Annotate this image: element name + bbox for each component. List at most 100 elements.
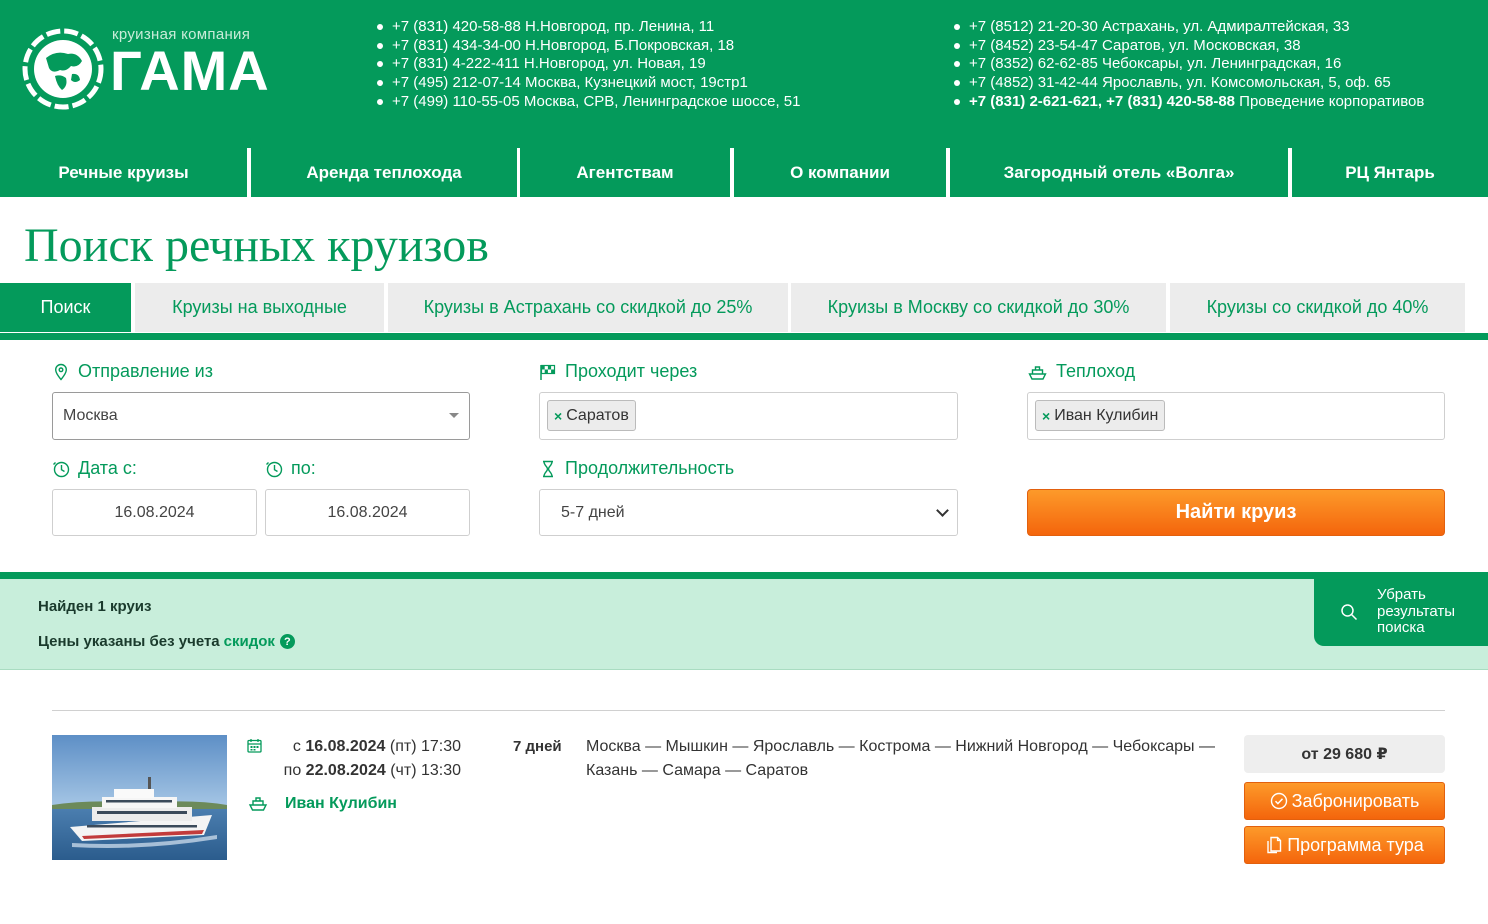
via-tag-label: Саратов — [566, 406, 629, 424]
book-button-label: Забронировать — [1291, 790, 1420, 811]
via-label: Проходит через — [539, 361, 697, 382]
contacts-left: +7 (831) 420-58-88 Н.Новгород, пр. Ленин… — [376, 18, 800, 112]
from-date: 16.08.2024 — [305, 738, 386, 755]
chevron-down-icon — [449, 413, 459, 418]
date-from-label: Дата с: — [52, 458, 137, 479]
logo-wordmark: ГАМА — [110, 39, 270, 102]
tab-discount-40[interactable]: Круизы со скидкой до 40% — [1170, 283, 1465, 332]
cruise-duration: 7 дней — [513, 738, 562, 755]
corporate-phones: +7 (831) 2-621-621, +7 (831) 420-58-88 — [969, 92, 1236, 110]
duration-value: 5-7 дней — [561, 503, 625, 521]
prices-note: Цены указаны без учета скидок ? — [38, 633, 295, 650]
departure-label: Отправление из — [52, 361, 213, 382]
tab-moscow[interactable]: Круизы в Москву со скидкой до 30% — [791, 283, 1166, 332]
contact-item[interactable]: +7 (831) 4-222-411 Н.Новгород, ул. Новая… — [376, 55, 800, 74]
date-to-label-text: по: — [291, 458, 316, 478]
date-to-value: 16.08.2024 — [327, 503, 408, 521]
ship-label: Теплоход — [1027, 361, 1135, 382]
ship-tag: × Иван Кулибин — [1035, 400, 1166, 431]
to-date: 22.08.2024 — [305, 762, 386, 779]
contact-item[interactable]: +7 (8512) 21-20-30 Астрахань, ул. Адмира… — [953, 18, 1424, 37]
contact-item[interactable]: +7 (831) 434-34-00 Н.Новгород, Б.Покровс… — [376, 37, 800, 56]
question-icon[interactable]: ? — [279, 634, 295, 649]
ship-name-link[interactable]: Иван Кулибин — [285, 795, 397, 813]
via-label-text: Проходит через — [565, 361, 698, 381]
via-tag: × Саратов — [547, 400, 636, 431]
discounts-link[interactable]: скидок — [224, 633, 275, 650]
tab-search[interactable]: Поиск — [0, 283, 131, 332]
check-circle-icon — [1270, 792, 1287, 810]
departure-label-text: Отправление из — [78, 361, 213, 381]
prices-note-text: Цены указаны без учета — [38, 633, 220, 650]
calendar-icon — [247, 739, 262, 753]
date-from-label-text: Дата с: — [78, 458, 137, 478]
main-nav: Речные круизы Аренда теплохода Агентства… — [0, 148, 1488, 197]
contact-item-corporate[interactable]: +7 (831) 2-621-621, +7 (831) 420-58-88 П… — [953, 93, 1424, 112]
nav-item-hotel-volga[interactable]: Загородный отель «Волга» — [950, 148, 1288, 197]
to-prefix: по — [283, 762, 306, 779]
company-logo[interactable]: круизная компания ГАМА — [22, 24, 282, 110]
hourglass-icon — [543, 460, 553, 477]
contact-item[interactable]: +7 (8452) 23-54-47 Саратов, ул. Московск… — [953, 37, 1424, 56]
results-divider — [0, 572, 1488, 579]
ship-icon — [1028, 365, 1047, 380]
date-from-input[interactable]: 16.08.2024 — [52, 489, 257, 536]
nav-item-about[interactable]: О компании — [734, 148, 946, 197]
contact-item[interactable]: +7 (495) 212-07-14 Москва, Кузнецкий мос… — [376, 74, 800, 93]
departure-select[interactable]: Москва — [52, 392, 470, 440]
date-to-label: по: — [265, 458, 316, 479]
clear-results-button[interactable]: Убрать результаты поиска — [1314, 579, 1488, 646]
results-summary-bar — [0, 579, 1488, 670]
contacts-right: +7 (8512) 21-20-30 Астрахань, ул. Адмира… — [953, 18, 1424, 112]
remove-tag-icon[interactable]: × — [554, 408, 562, 424]
clear-results-label: Убрать результаты поиска — [1377, 586, 1455, 636]
results-count: Найден 1 круиз — [38, 598, 152, 615]
cruise-start-date: с 16.08.2024 (пт) 17:30 — [270, 738, 461, 756]
via-multiselect[interactable]: × Саратов — [539, 392, 958, 440]
from-time: (пт) 17:30 — [385, 738, 461, 755]
nav-item-ship-rent[interactable]: Аренда теплохода — [251, 148, 517, 197]
duration-label-text: Продолжительность — [565, 458, 735, 478]
tab-weekend[interactable]: Круизы на выходные — [135, 283, 384, 332]
search-icon — [1341, 604, 1358, 621]
ship-photo-illustration — [52, 735, 227, 860]
page-title: Поиск речных круизов — [24, 219, 489, 272]
map-pin-icon — [54, 363, 68, 381]
tour-program-button[interactable]: Программа тура — [1244, 826, 1445, 864]
duration-select[interactable]: 5-7 дней — [539, 489, 958, 536]
find-cruise-button[interactable]: Найти круиз — [1027, 489, 1445, 536]
ship-label-text: Теплоход — [1056, 361, 1136, 381]
departure-value: Москва — [63, 407, 118, 424]
checkered-flag-icon — [540, 364, 556, 380]
nav-item-yantar[interactable]: РЦ Янтарь — [1292, 148, 1488, 197]
globe-logo-icon — [22, 28, 104, 110]
book-button[interactable]: Забронировать — [1244, 782, 1445, 820]
cruise-price: от 29 680 ₽ — [1244, 735, 1445, 773]
corporate-text: Проведение корпоративов — [1235, 92, 1425, 110]
contact-item[interactable]: +7 (831) 420-58-88 Н.Новгород, пр. Ленин… — [376, 18, 800, 37]
cruise-route: Москва — Мышкин — Ярославль — Кострома —… — [586, 738, 1215, 779]
contact-item[interactable]: +7 (8352) 62-62-85 Чебоксары, ул. Ленинг… — [953, 55, 1424, 74]
date-from-value: 16.08.2024 — [114, 503, 195, 521]
card-divider — [52, 710, 1445, 711]
tour-program-label: Программа тура — [1287, 834, 1424, 855]
cruise-end-date: по 22.08.2024 (чт) 13:30 — [270, 762, 461, 780]
chevron-down-icon — [936, 504, 949, 517]
ship-multiselect[interactable]: × Иван Кулибин — [1027, 392, 1445, 440]
site-header: круизная компания ГАМА +7 (831) 420-58-8… — [0, 0, 1488, 148]
to-time: (чт) 13:30 — [385, 762, 461, 779]
contact-item[interactable]: +7 (4852) 31-42-44 Ярославль, ул. Комсом… — [953, 74, 1424, 93]
nav-item-river-cruises[interactable]: Речные круизы — [0, 148, 247, 197]
ship-icon — [248, 797, 268, 811]
date-to-input[interactable]: 16.08.2024 — [265, 489, 470, 536]
tab-astrakhan[interactable]: Круизы в Астрахань со скидкой до 25% — [388, 283, 788, 332]
ship-photo[interactable] — [52, 735, 227, 860]
from-prefix: с — [292, 738, 306, 755]
remove-tag-icon[interactable]: × — [1042, 408, 1050, 424]
contact-item[interactable]: +7 (499) 110-55-05 Москва, СРВ, Ленингра… — [376, 93, 800, 112]
tabs-underline — [0, 333, 1488, 340]
clock-icon — [53, 461, 70, 477]
document-icon — [1267, 836, 1282, 854]
duration-label: Продолжительность — [539, 458, 734, 479]
nav-item-agencies[interactable]: Агентствам — [520, 148, 730, 197]
